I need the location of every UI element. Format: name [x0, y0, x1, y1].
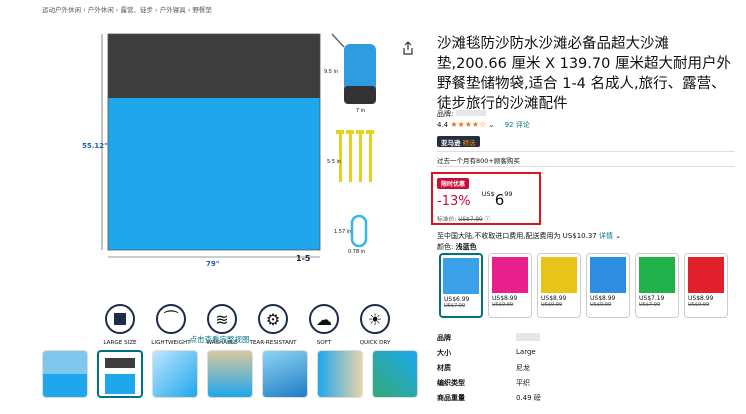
- brand-link[interactable]: [455, 110, 486, 116]
- amazon-choice-badge: 亚马逊 精选: [437, 136, 480, 147]
- square-icon: [105, 304, 135, 334]
- color-swatch: [492, 257, 528, 293]
- carabiner-width-dimension: 0.78 in: [348, 249, 366, 255]
- persons-label: 1-5: [296, 254, 311, 263]
- thumbnail[interactable]: [42, 350, 88, 398]
- price-fraction: 99: [504, 190, 513, 198]
- deal-badge: 限时优惠: [437, 178, 470, 189]
- rating-row: 4.4 ★★★★☆ ⌄ 92 评论: [437, 120, 530, 130]
- width-dimension: 79": [206, 260, 220, 268]
- spec-value: 尼龙: [516, 364, 530, 372]
- breadcrumb[interactable]: 运动户外休闲 › 户外休闲 › 露营、徒步 › 户外寝具 › 野餐垫: [42, 4, 212, 14]
- chevron-down-icon[interactable]: ⌄: [488, 121, 494, 129]
- brand-row: 品牌:: [437, 109, 486, 119]
- selected-color: 浅蓝色: [455, 243, 477, 251]
- color-option[interactable]: US$8.99 US$9.99: [684, 253, 728, 318]
- stake-dimension: 5.5 in: [327, 159, 342, 165]
- color-option[interactable]: US$8.99 US$9.99: [586, 253, 630, 318]
- thumbnail[interactable]: [317, 350, 363, 398]
- spec-label: 材质: [437, 364, 451, 372]
- info-icon[interactable]: ⓘ: [485, 217, 491, 223]
- spec-label: 品牌: [437, 334, 451, 342]
- spec-value: [516, 333, 540, 341]
- color-swatch: [443, 258, 479, 294]
- gear-icon: ⚙: [258, 304, 288, 334]
- bag-dimension: 9.5 in: [324, 69, 339, 75]
- spec-label: 编织类型: [437, 379, 465, 387]
- sales-info: 过去一个月有800+顾客购买: [437, 157, 520, 165]
- cloud-icon: ☁: [309, 304, 339, 334]
- spec-value: 0.49 磅: [516, 394, 541, 402]
- reviews-link[interactable]: 92 评论: [505, 121, 530, 129]
- thumbnail[interactable]: [97, 350, 143, 398]
- color-option[interactable]: US$7.19 US$7.99: [635, 253, 679, 318]
- feather-icon: ⁀: [156, 304, 186, 334]
- color-option[interactable]: US$6.99 US$7.99: [439, 253, 483, 318]
- spec-value: 平织: [516, 379, 530, 387]
- chevron-down-icon[interactable]: ⌄: [615, 232, 621, 240]
- shipping-info: 至中国大陆,不收取进口费用,配送费用为 US$10.37 详情 ⌄: [437, 232, 622, 240]
- color-option[interactable]: US$8.99 US$9.99: [488, 253, 532, 318]
- spec-value: Large: [516, 348, 536, 356]
- discount-percent: -13%: [437, 194, 471, 209]
- bag-width-dimension: 7 in: [356, 108, 366, 114]
- height-dimension: 55.12": [82, 142, 108, 150]
- view-full-image-link[interactable]: 点击查看完整视图: [42, 334, 397, 345]
- product-main-image[interactable]: 55.12" 79" 9.5 in 7 in 5.5 in 1.57 in 0.…: [42, 24, 390, 346]
- thumbnail[interactable]: [262, 350, 308, 398]
- thumbnail[interactable]: [372, 350, 418, 398]
- sun-icon: ☀: [360, 304, 390, 334]
- spec-label: 大小: [437, 349, 451, 357]
- color-swatch: [541, 257, 577, 293]
- price-row: -13% US$699: [437, 190, 513, 209]
- list-price-row: 标准价: US$7.99 ⓘ: [437, 217, 491, 223]
- thumbnail[interactable]: [207, 350, 253, 398]
- carabiner-dimension: 1.57 in: [334, 229, 352, 235]
- star-rating-icon[interactable]: ★★★★☆: [450, 120, 486, 129]
- product-title: 沙滩毯防沙防水沙滩必备品超大沙滩垫,200.66 厘米 X 139.70 厘米超…: [437, 36, 731, 112]
- color-swatch: [590, 257, 626, 293]
- color-swatch: [639, 257, 675, 293]
- spec-label: 商品重量: [437, 394, 465, 402]
- rating-value: 4.4: [437, 121, 449, 129]
- thumbnail[interactable]: [152, 350, 198, 398]
- color-option[interactable]: US$8.99 US$9.99: [537, 253, 581, 318]
- shipping-details-link[interactable]: 详情: [599, 232, 613, 240]
- color-swatch: [688, 257, 724, 293]
- color-row: 颜色: 浅蓝色: [437, 243, 477, 251]
- share-icon[interactable]: [402, 40, 414, 55]
- price-whole: 6: [494, 191, 505, 209]
- wash-icon: ≋: [207, 304, 237, 334]
